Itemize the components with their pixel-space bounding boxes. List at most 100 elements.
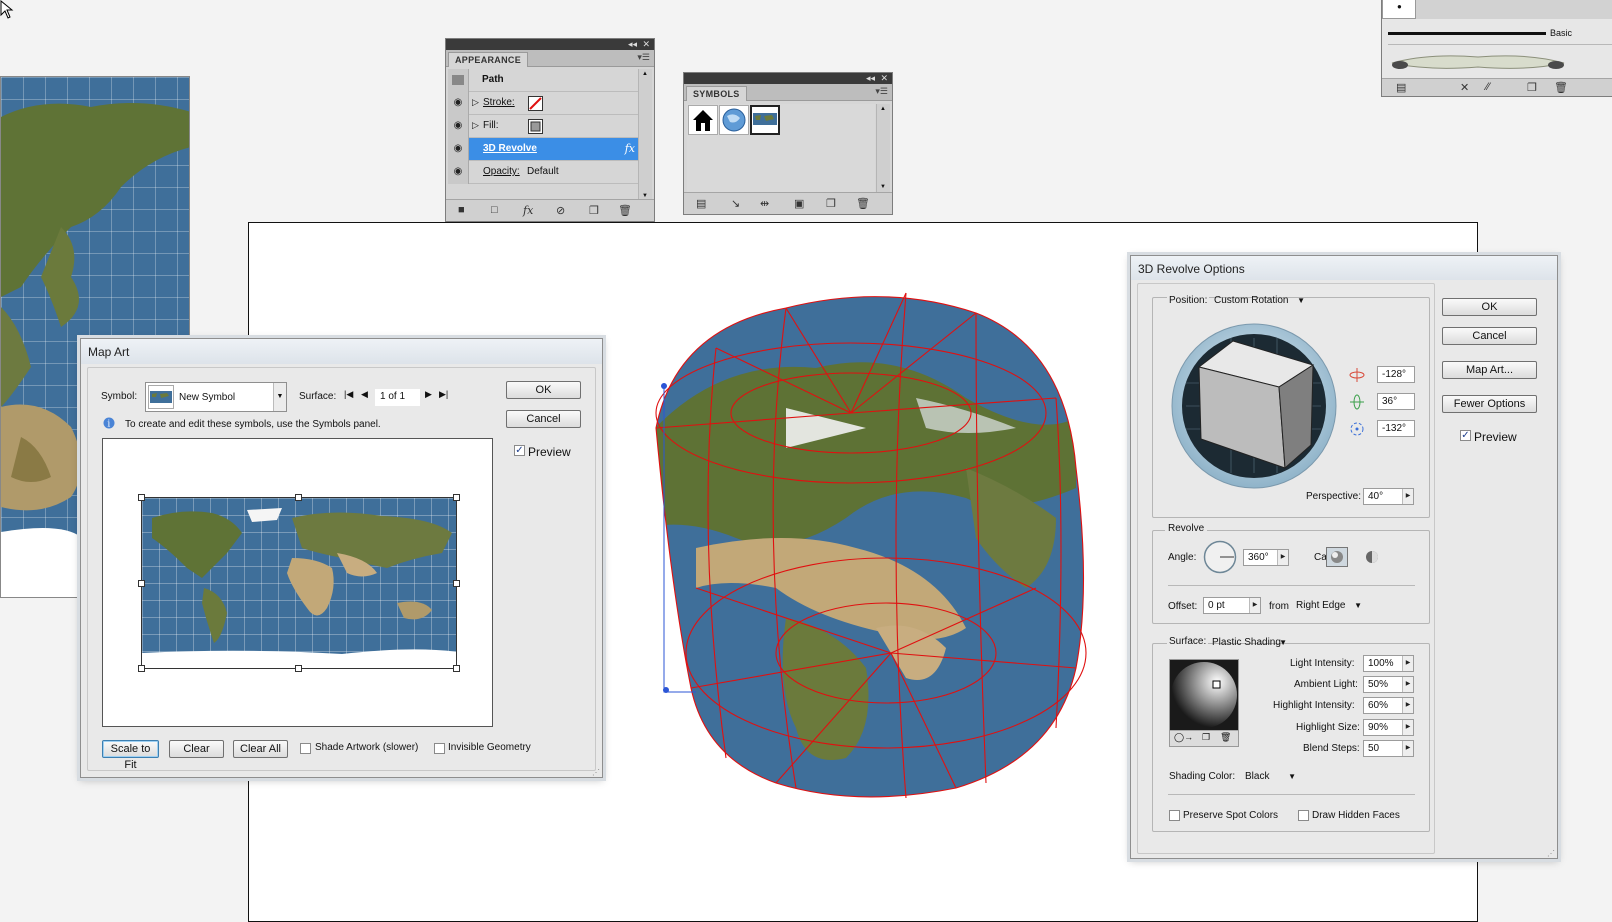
collapse-icon[interactable]: ◂◂ [866,73,875,84]
tab-symbols[interactable]: SYMBOLS [686,86,747,101]
selection-handle[interactable] [138,665,145,672]
opacity-label[interactable]: Opacity: [483,166,520,177]
appearance-fill-row[interactable]: ◉ ▷ Fill: [448,115,639,138]
appearance-opacity-row[interactable]: ◉ Opacity: Default [448,161,639,184]
add-effect-icon[interactable]: fx [523,204,533,217]
shade-artwork-checkbox[interactable] [300,743,311,754]
cap-off-icon[interactable] [1364,549,1380,565]
clear-all-button[interactable]: Clear All [233,740,288,758]
delete-symbol-icon[interactable]: 🗑 [856,197,870,210]
delete-brush-icon[interactable]: 🗑 [1554,81,1568,94]
surface-dropdown[interactable]: Plastic Shading ▼ [1208,634,1289,651]
from-dropdown[interactable]: Right Edge ▼ [1292,597,1364,614]
ambient-light-stepper-icon[interactable]: ▶ [1402,677,1413,692]
new-symbol-icon[interactable]: ❐ [826,197,836,210]
stroke-none-swatch-icon[interactable] [528,96,543,111]
expand-triangle-icon[interactable]: ▷ [472,97,479,108]
dialog-title-bar[interactable]: 3D Revolve Options [1131,256,1557,280]
resize-grip-icon[interactable]: ⋰ [592,768,600,777]
map-art-preview-canvas[interactable] [102,438,493,727]
new-brush-icon[interactable]: ❐ [1527,81,1537,94]
visibility-eye-icon[interactable]: ◉ [448,161,469,184]
resize-grip-icon[interactable]: ⋰ [1547,849,1555,858]
place-symbol-icon[interactable]: ↘ [731,197,740,210]
appearance-stroke-row[interactable]: ◉ ▷ Stroke: [448,92,639,115]
brush-swatch[interactable]: ● [1382,0,1416,19]
panel-title-bar[interactable]: ◂◂ ✕ [684,73,892,84]
basic-brush-stroke[interactable] [1388,32,1546,35]
scrollbar[interactable]: ▲ ▼ [638,69,652,201]
selection-handle[interactable] [453,665,460,672]
selection-handle[interactable] [138,494,145,501]
selection-handle[interactable] [138,580,145,587]
draw-hidden-faces-checkbox[interactable] [1298,810,1309,821]
add-new-fill-icon[interactable]: □ [491,204,498,216]
preview-checkbox[interactable]: ✓ [514,445,525,456]
perspective-field[interactable]: 40° ▶ [1363,488,1414,505]
remove-brush-stroke-icon[interactable]: ✕ [1460,81,1469,94]
dialog-title-bar[interactable]: Map Art [81,339,602,364]
clear-button[interactable]: Clear [169,740,224,758]
preserve-spot-colors-checkbox[interactable] [1169,810,1180,821]
invisible-geometry-checkbox[interactable] [434,743,445,754]
break-link-icon[interactable]: ⇹ [760,197,769,210]
angle-dial-icon[interactable] [1203,540,1237,574]
selection-handle[interactable] [295,494,302,501]
highlight-size-stepper-icon[interactable]: ▶ [1402,720,1413,735]
tab-appearance[interactable]: APPEARANCE [448,52,529,67]
visibility-eye-icon[interactable]: ◉ [448,115,469,138]
scroll-down-icon[interactable]: ▼ [880,184,886,190]
revolved-cylinder-artwork[interactable] [636,288,1096,800]
brush-options-icon[interactable]: ⁄⁄ [1486,81,1490,93]
close-icon[interactable]: ✕ [642,39,650,50]
ok-button[interactable]: OK [1442,298,1537,316]
surface-value-field[interactable]: 1 of 1 [375,389,420,406]
angle-stepper-icon[interactable]: ▶ [1277,550,1288,565]
light-intensity-field[interactable]: 100% ▶ [1363,655,1414,672]
preview-checkbox[interactable]: ✓ [1460,430,1471,441]
offset-stepper-icon[interactable]: ▶ [1249,598,1260,613]
map-symbol-icon[interactable] [750,105,780,135]
fewer-options-button[interactable]: Fewer Options [1442,395,1537,413]
panel-menu-icon[interactable]: ▾☰ [637,52,650,63]
panel-title-bar[interactable]: ◂◂ ✕ [446,39,654,50]
y-rotation-field[interactable]: 36° [1377,393,1415,410]
first-surface-icon[interactable]: |◀ [344,389,353,400]
blend-steps-field[interactable]: 50 ▶ [1363,740,1414,757]
map-art-button[interactable]: Map Art... [1442,361,1537,379]
rotation-track-cube[interactable] [1171,323,1338,490]
add-new-stroke-icon[interactable]: ■ [458,204,465,216]
fill-swatch-icon[interactable] [528,119,543,134]
cancel-button[interactable]: Cancel [1442,327,1537,345]
close-icon[interactable]: ✕ [880,73,888,84]
lighting-sphere-preview[interactable]: ◯→ ❐ 🗑 [1169,659,1239,747]
scale-to-fit-button[interactable]: Scale to Fit [102,740,159,771]
brush-libraries-icon[interactable]: ▤ [1396,81,1406,94]
angle-field[interactable]: 360° ▶ [1243,549,1289,566]
stroke-label[interactable]: Stroke: [483,97,515,108]
previous-surface-icon[interactable]: ◀ [361,389,368,400]
effect-3d-revolve-label[interactable]: 3D Revolve [483,143,537,154]
blend-steps-stepper-icon[interactable]: ▶ [1402,741,1413,756]
z-rotation-field[interactable]: -132° [1377,420,1415,437]
selection-handle[interactable] [453,494,460,501]
last-surface-icon[interactable]: ▶| [439,389,448,400]
visibility-eye-icon[interactable]: ◉ [448,138,469,161]
perspective-stepper-icon[interactable]: ▶ [1402,489,1413,504]
x-rotation-field[interactable]: -128° [1377,366,1415,383]
highlight-intensity-stepper-icon[interactable]: ▶ [1402,698,1413,713]
selection-handle[interactable] [295,665,302,672]
scroll-up-icon[interactable]: ▲ [642,71,648,77]
collapse-icon[interactable]: ◂◂ [628,39,637,50]
highlight-size-field[interactable]: 90% ▶ [1363,719,1414,736]
scroll-up-icon[interactable]: ▲ [880,106,886,112]
appearance-object-row[interactable]: Path [448,69,639,92]
next-surface-icon[interactable]: ▶ [425,389,432,400]
delete-item-icon[interactable]: 🗑 [618,204,632,217]
new-light-icon[interactable]: ❐ [1202,732,1210,743]
cancel-button[interactable]: Cancel [506,410,581,428]
shading-color-dropdown[interactable]: Black ▼ [1241,768,1298,785]
ambient-light-field[interactable]: 50% ▶ [1363,676,1414,693]
symbol-libraries-icon[interactable]: ▤ [696,197,706,210]
delete-light-icon[interactable]: 🗑 [1220,732,1231,743]
